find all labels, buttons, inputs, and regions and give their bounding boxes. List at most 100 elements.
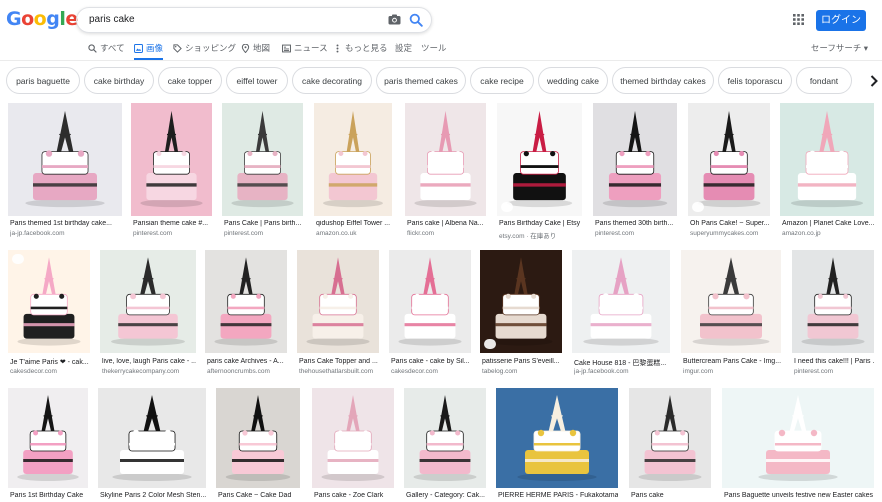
result-title[interactable]: Paris cake	[631, 492, 711, 499]
image-thumbnail[interactable]	[216, 388, 300, 488]
result-title[interactable]: Oh Paris Cake! ~ Super...	[690, 220, 770, 227]
image-thumbnail[interactable]	[8, 250, 90, 353]
tab-all[interactable]: すべて	[88, 38, 125, 58]
image-thumbnail[interactable]	[593, 103, 677, 216]
image-thumbnail[interactable]	[688, 103, 770, 216]
result-title[interactable]: Paris 1st Birthday Cake	[10, 492, 88, 499]
image-result[interactable]: paris cake Archives - A... afternooncrum…	[205, 250, 287, 378]
chip[interactable]: felis toporascu	[718, 67, 792, 94]
login-button[interactable]: ログイン	[816, 10, 866, 31]
image-thumbnail[interactable]	[222, 103, 303, 216]
chip[interactable]: paris themed cakes	[376, 67, 466, 94]
tab-settings[interactable]: 設定	[395, 38, 412, 58]
tab-tools[interactable]: ツール	[421, 38, 447, 58]
chips-next-button[interactable]	[862, 67, 882, 94]
apps-grid-icon[interactable]	[793, 14, 804, 25]
chip[interactable]: cake decorating	[292, 67, 372, 94]
image-result[interactable]: Paris Cake | Paris birth... pinterest.co…	[222, 103, 303, 238]
result-title[interactable]: Paris Cake Topper and ...	[299, 358, 379, 365]
search-box[interactable]: paris cake	[76, 7, 432, 33]
image-thumbnail[interactable]	[100, 250, 196, 353]
image-result[interactable]: Paris cake | Albena Na... flickr.com	[405, 103, 486, 238]
image-thumbnail[interactable]	[8, 388, 88, 488]
image-thumbnail[interactable]	[480, 250, 562, 353]
camera-icon[interactable]	[388, 14, 401, 25]
image-result[interactable]: Paris cake - Zoe Clark	[312, 388, 394, 502]
image-result[interactable]: Paris cake	[629, 388, 711, 502]
chip[interactable]: fondant	[796, 67, 852, 94]
image-result[interactable]: Paris Birthday Cake | Etsy etsy.com · 在庫…	[497, 103, 582, 240]
tab-maps[interactable]: 地図	[241, 38, 270, 58]
image-result[interactable]: Buttercream Paris Cake - Img... imgur.co…	[681, 250, 781, 378]
chip[interactable]: cake recipe	[470, 67, 534, 94]
tab-more[interactable]: もっと見る	[333, 38, 388, 58]
image-thumbnail[interactable]	[496, 388, 618, 488]
image-thumbnail[interactable]	[405, 103, 486, 216]
image-result[interactable]: qidushop Eiffel Tower ... amazon.co.uk	[314, 103, 392, 238]
image-result[interactable]: Paris 1st Birthday Cake	[8, 388, 88, 502]
image-result[interactable]: Paris Cake ~ Cake Dad	[216, 388, 300, 502]
chip[interactable]: themed birthday cakes	[612, 67, 714, 94]
image-result[interactable]: Amazon | Planet Cake Love... amazon.co.j…	[780, 103, 874, 238]
image-thumbnail[interactable]	[312, 388, 394, 488]
image-thumbnail[interactable]	[297, 250, 379, 353]
image-thumbnail[interactable]	[389, 250, 471, 353]
image-result[interactable]: I need this cake!!! | Paris ... pinteres…	[792, 250, 874, 378]
image-result[interactable]: PIERRE HERMÉ PARIS - Fukakotamag...	[496, 388, 618, 502]
result-title[interactable]: I need this cake!!! | Paris ...	[794, 358, 874, 365]
result-title[interactable]: Parisian theme cake #...	[133, 220, 212, 227]
image-thumbnail[interactable]	[404, 388, 486, 488]
chip[interactable]: cake birthday	[84, 67, 154, 94]
search-icon[interactable]	[409, 13, 423, 27]
image-thumbnail[interactable]	[681, 250, 781, 353]
image-result[interactable]: Gallery - Category: Cak...	[404, 388, 486, 502]
search-input[interactable]: paris cake	[89, 14, 135, 25]
image-result[interactable]: Oh Paris Cake! ~ Super... superyummycake…	[688, 103, 770, 238]
image-result[interactable]: Paris Baguette unveils festive new Easte…	[722, 388, 874, 502]
image-result[interactable]: Paris Cake Topper and ... thehousethatla…	[297, 250, 379, 378]
result-title[interactable]: patisserie Paris S'eveill...	[482, 358, 562, 365]
result-title[interactable]: Cake House 818 - 巴黎蛋糕...	[574, 358, 670, 368]
tab-news[interactable]: ニュース	[282, 38, 328, 58]
result-title[interactable]: Paris Baguette unveils festive new Easte…	[724, 492, 874, 499]
result-title[interactable]: Gallery - Category: Cak...	[406, 492, 486, 499]
safesearch-toggle[interactable]: セーフサーチ ▾	[811, 42, 868, 54]
image-result[interactable]: Paris cake - cake by Sil... cakesdecor.c…	[389, 250, 471, 378]
chip[interactable]: wedding cake	[538, 67, 608, 94]
image-thumbnail[interactable]	[792, 250, 874, 353]
result-title[interactable]: Paris Birthday Cake | Etsy	[499, 220, 582, 227]
image-thumbnail[interactable]	[205, 250, 287, 353]
result-title[interactable]: Paris cake | Albena Na...	[407, 220, 486, 227]
result-title[interactable]: live, love, laugh Paris cake - ...	[102, 358, 196, 365]
result-title[interactable]: PIERRE HERMÉ PARIS - Fukakotamag...	[498, 492, 618, 499]
image-thumbnail[interactable]	[314, 103, 392, 216]
chip[interactable]: eiffel tower	[226, 67, 288, 94]
google-logo[interactable]: Google	[6, 8, 78, 30]
result-title[interactable]: Paris themed 1st birthday cake...	[10, 220, 122, 227]
result-title[interactable]: Paris cake - cake by Sil...	[391, 358, 471, 365]
chip[interactable]: paris baguette	[6, 67, 80, 94]
image-thumbnail[interactable]	[780, 103, 874, 216]
tab-images[interactable]: 画像	[134, 38, 164, 60]
result-title[interactable]: Paris themed 30th birth...	[595, 220, 677, 227]
result-title[interactable]: Je T'aime Paris ❤ - cak...	[10, 358, 90, 366]
result-title[interactable]: Amazon | Planet Cake Love...	[782, 220, 874, 227]
image-thumbnail[interactable]	[131, 103, 212, 216]
image-result[interactable]: Paris themed 1st birthday cake... ja-jp.…	[8, 103, 122, 238]
image-result[interactable]: Parisian theme cake #... pinterest.com	[131, 103, 212, 238]
tab-shopping[interactable]: ショッピング	[173, 38, 236, 58]
image-thumbnail[interactable]	[722, 388, 874, 488]
image-thumbnail[interactable]	[497, 103, 582, 216]
chip[interactable]: cake topper	[158, 67, 222, 94]
image-thumbnail[interactable]	[629, 388, 711, 488]
result-title[interactable]: Skyline Paris 2 Color Mesh Sten...	[100, 492, 206, 499]
result-title[interactable]: Paris Cake | Paris birth...	[224, 220, 303, 227]
image-result[interactable]: Skyline Paris 2 Color Mesh Sten...	[98, 388, 206, 502]
result-title[interactable]: Buttercream Paris Cake - Img...	[683, 358, 781, 365]
image-result[interactable]: Paris themed 30th birth... pinterest.com	[593, 103, 677, 238]
result-title[interactable]: paris cake Archives - A...	[207, 358, 287, 365]
image-result[interactable]: live, love, laugh Paris cake - ... theke…	[100, 250, 196, 378]
image-result[interactable]: patisserie Paris S'eveill... tabelog.com	[480, 250, 562, 378]
image-thumbnail[interactable]	[98, 388, 206, 488]
result-title[interactable]: Paris Cake ~ Cake Dad	[218, 492, 300, 499]
